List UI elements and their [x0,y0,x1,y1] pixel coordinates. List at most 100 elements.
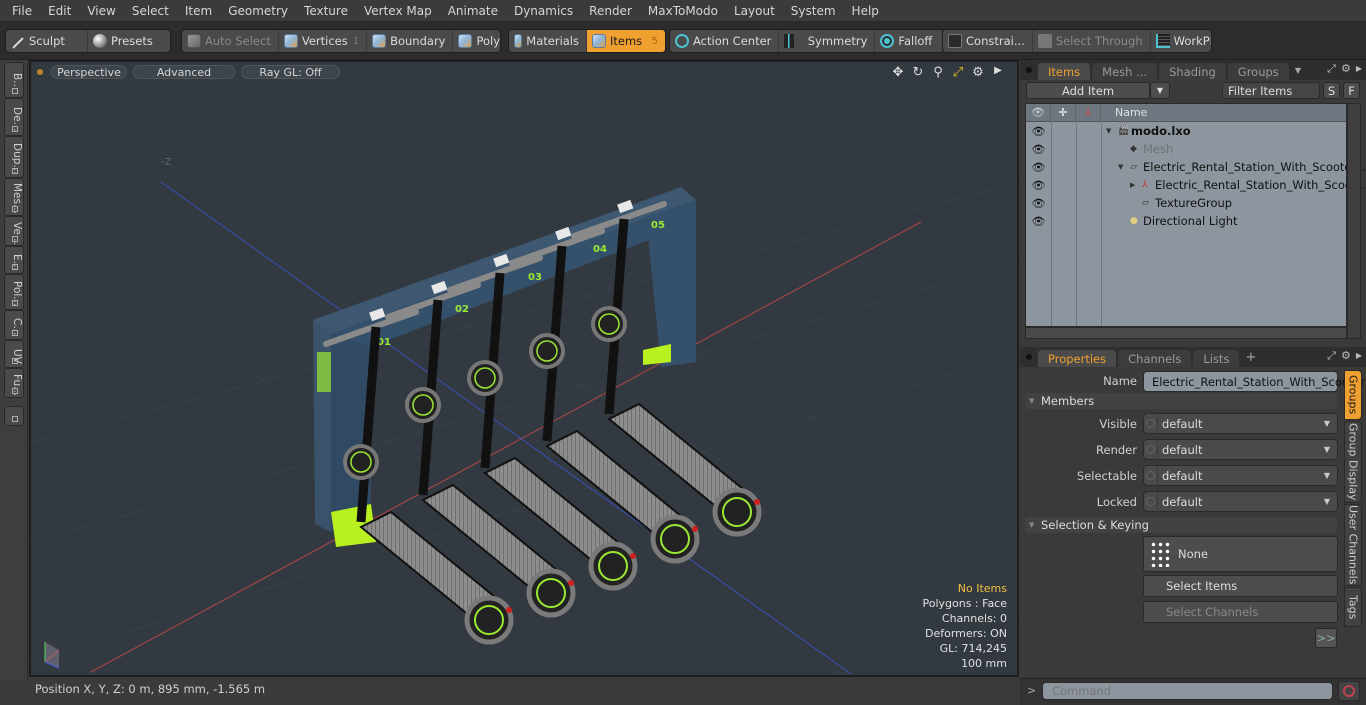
horizontal-scrollbar[interactable] [1025,327,1347,339]
name-field[interactable]: Electric_Rental_Station_With_Scooter [1143,371,1365,392]
auto-select-button[interactable]: Auto Select [182,30,279,52]
left-tab-duplicate[interactable]: Dup... [4,136,24,178]
left-tab-mesh-edit[interactable]: Mes... [4,178,24,216]
left-tab-fusion[interactable]: Fu... [4,368,24,398]
tree-row[interactable]: 👁 ● Directional Light [1026,212,1346,230]
locked-dropdown[interactable]: default ▼ [1143,491,1338,512]
side-tab-groups[interactable]: Groups [1344,370,1362,420]
3d-viewport[interactable]: Perspective Advanced Ray GL: Off ✥ ↻ ⚲ ⤢… [29,60,1019,677]
rotate-icon[interactable]: ↻ [911,65,925,80]
left-tab-uv[interactable]: UV [4,340,24,368]
locked-radio-icon[interactable] [1144,491,1158,512]
visibility-eye-icon[interactable]: 👁 [1026,125,1051,138]
menu-geometry[interactable]: Geometry [220,0,296,22]
menu-view[interactable]: View [79,0,123,22]
collapse-arrow-icon[interactable]: ▼ [1118,163,1123,171]
tree-row[interactable]: 👁 ▶ ⅄ Electric_Rental_Station_With_Scoo ... [1026,176,1366,194]
gear-icon[interactable]: ⚙ [971,65,985,80]
menu-edit[interactable]: Edit [40,0,79,22]
filter-items-input[interactable]: Filter Items [1222,82,1320,99]
side-tab-group-display[interactable]: Group Display [1344,421,1362,503]
workplane-button[interactable]: WorkPlane [1151,30,1211,52]
left-tab-curve[interactable]: C... [4,310,24,340]
view-mode-dropdown[interactable]: Perspective [51,65,127,79]
visible-dropdown[interactable]: default ▼ [1143,413,1338,434]
menu-layout[interactable]: Layout [726,0,783,22]
zoom-icon[interactable]: ⚲ [931,65,945,80]
tree-row[interactable]: 👁 ◆ Mesh [1026,140,1346,158]
panel-gear-icon[interactable]: ⚙ [1341,62,1351,76]
items-button[interactable]: Items 5 [587,30,665,52]
render-dropdown[interactable]: default ▼ [1143,439,1338,460]
presets-button[interactable]: Presets [88,30,170,52]
visibility-eye-icon[interactable]: 👁 [1026,161,1051,174]
collapse-arrow-icon[interactable]: ▼ [1106,127,1111,135]
tab-channels[interactable]: Channels [1118,350,1192,367]
s-button[interactable]: S [1323,82,1340,99]
menu-texture[interactable]: Texture [296,0,356,22]
left-tab-edge[interactable]: E... [4,246,24,274]
menu-system[interactable]: System [783,0,844,22]
members-section[interactable]: Members [1025,393,1337,409]
tree-row[interactable]: 👁 ▼ 🎬 modo.lxo [1026,122,1346,140]
f-button[interactable]: F [1343,82,1360,99]
record-macro-button[interactable] [1338,681,1360,701]
menu-select[interactable]: Select [124,0,177,22]
lock-column-icon[interactable]: ✛ [1051,104,1076,121]
add-item-button[interactable]: Add Item [1026,82,1150,99]
left-tab-vertex[interactable]: Ve... [4,216,24,246]
left-tab-polygon[interactable]: Pol... [4,274,24,310]
name-column-header[interactable]: Name [1101,104,1147,121]
select-through-button[interactable]: Select Through [1033,30,1151,52]
panel-gear-icon-2[interactable]: ⚙ [1341,349,1351,363]
visibility-eye-icon[interactable]: 👁 [1026,143,1051,156]
pan-icon[interactable]: ✥ [891,65,905,80]
polygons-button[interactable]: Polygons [453,30,500,52]
selectable-dropdown[interactable]: default ▼ [1143,465,1338,486]
tab-mesh[interactable]: Mesh ... [1092,63,1158,80]
menu-dynamics[interactable]: Dynamics [506,0,581,22]
sculpt-button[interactable]: Sculpt [6,30,88,52]
more-arrow-icon[interactable]: ▶ [991,65,1005,80]
visibility-eye-icon[interactable]: 👁 [1026,179,1051,192]
locator-column-icon[interactable]: ⅄ [1076,104,1101,121]
tab-properties[interactable]: Properties [1038,350,1117,367]
add-tab-button[interactable]: + [1245,350,1256,365]
left-tab-basic[interactable]: B... [4,62,24,98]
expand-arrow-icon[interactable]: ▶ [1130,181,1135,189]
vertical-scrollbar[interactable] [1347,103,1361,339]
shading-dropdown[interactable]: Advanced [133,65,235,79]
menu-animate[interactable]: Animate [440,0,506,22]
menu-maxtomodo[interactable]: MaxToModo [640,0,726,22]
tab-groups[interactable]: Groups [1227,63,1289,80]
boundary-button[interactable]: Boundary [367,30,454,52]
constraints-button[interactable]: Constrai... [943,30,1033,52]
panel-arrow-icon[interactable]: ▶ [1356,62,1362,76]
select-items-button[interactable]: Select Items [1143,575,1338,597]
visibility-column-eye-icon[interactable]: 👁 [1026,104,1051,121]
menu-item[interactable]: Item [177,0,220,22]
side-tab-tags[interactable]: Tags [1344,587,1362,627]
menu-vertex-map[interactable]: Vertex Map [356,0,440,22]
render-radio-icon[interactable] [1144,439,1158,460]
menu-render[interactable]: Render [581,0,640,22]
falloff-button[interactable]: Falloff [875,30,939,52]
menu-file[interactable]: File [4,0,40,22]
visibility-eye-icon[interactable]: 👁 [1026,197,1051,210]
maximize-icon[interactable]: ⤢ [951,65,965,80]
menu-help[interactable]: Help [844,0,887,22]
expand-icon[interactable]: ⤢ [1327,62,1336,76]
more-button[interactable]: >> [1315,628,1337,648]
select-channels-button[interactable]: Select Channels [1143,601,1338,623]
visible-radio-icon[interactable] [1144,413,1158,434]
command-input[interactable] [1042,682,1333,700]
expand-icon-2[interactable]: ⤢ [1327,349,1336,363]
selection-keying-section[interactable]: Selection & Keying [1025,517,1337,533]
visibility-eye-icon[interactable]: 👁 [1026,215,1051,228]
viewport-indicator-icon[interactable] [37,69,43,75]
add-item-dropdown-icon[interactable]: ▼ [1150,82,1170,99]
selectable-radio-icon[interactable] [1144,465,1158,486]
left-tab-extra[interactable] [4,406,24,426]
action-center-button[interactable]: Action Center [670,30,780,52]
side-tab-user-channels[interactable]: User Channels [1344,504,1362,586]
